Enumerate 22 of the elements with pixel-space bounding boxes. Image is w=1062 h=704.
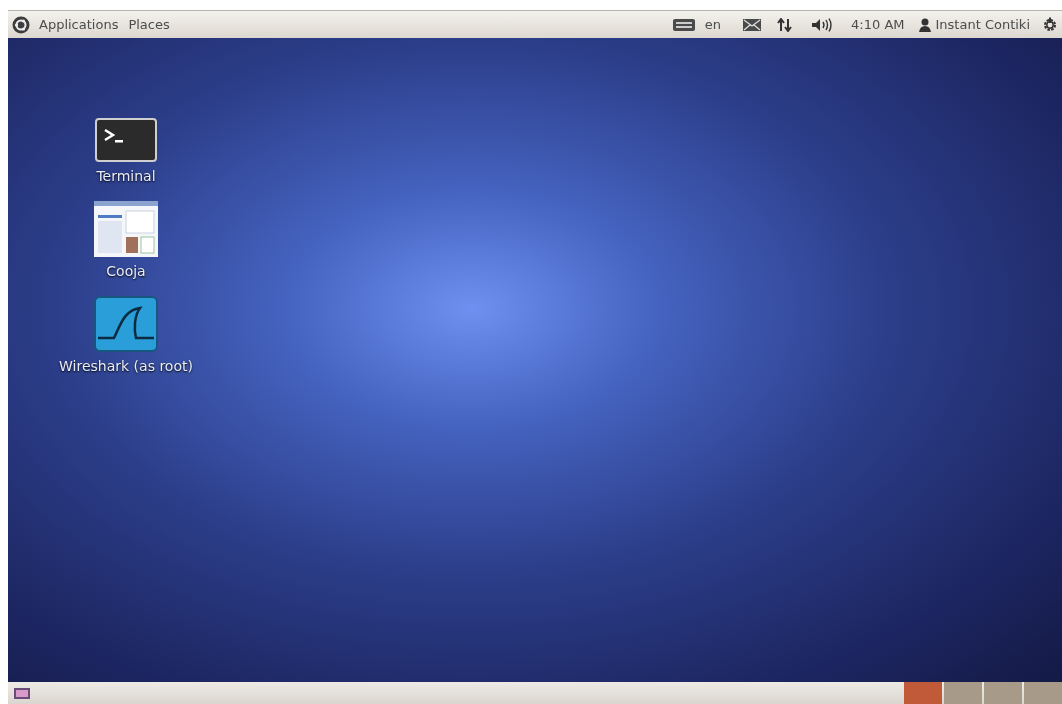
menu-item[interactable]: Places bbox=[127, 14, 171, 35]
network-arrows-icon[interactable] bbox=[777, 17, 794, 32]
desktop-icon-label[interactable]: Wireshark (as root) bbox=[59, 356, 193, 377]
menu-item[interactable]: Applications bbox=[38, 14, 120, 35]
power-gear-icon[interactable] bbox=[1042, 16, 1058, 33]
envelope-icon[interactable] bbox=[743, 18, 762, 31]
keyboard-layout[interactable]: en bbox=[704, 14, 722, 35]
user-name[interactable]: Instant Contiki bbox=[935, 14, 1030, 35]
ubuntu-logo-icon[interactable] bbox=[12, 15, 30, 34]
clock[interactable]: 4:10 AM bbox=[851, 14, 905, 35]
workspace-switch[interactable] bbox=[944, 682, 982, 704]
workspace-switch[interactable] bbox=[904, 682, 942, 704]
workspace-switch[interactable] bbox=[1024, 682, 1062, 704]
keyboard-icon[interactable] bbox=[672, 18, 695, 31]
terminal-icon bbox=[95, 118, 157, 162]
desktop-icon-label[interactable]: Cooja bbox=[106, 261, 146, 282]
desktop-icon-label[interactable]: Terminal bbox=[96, 166, 156, 187]
show-desktop-icon[interactable] bbox=[14, 687, 30, 699]
workspace-switch[interactable] bbox=[984, 682, 1022, 704]
shark-fin-icon bbox=[94, 296, 158, 352]
app-window-icon bbox=[94, 201, 158, 257]
person-icon[interactable] bbox=[918, 17, 931, 32]
